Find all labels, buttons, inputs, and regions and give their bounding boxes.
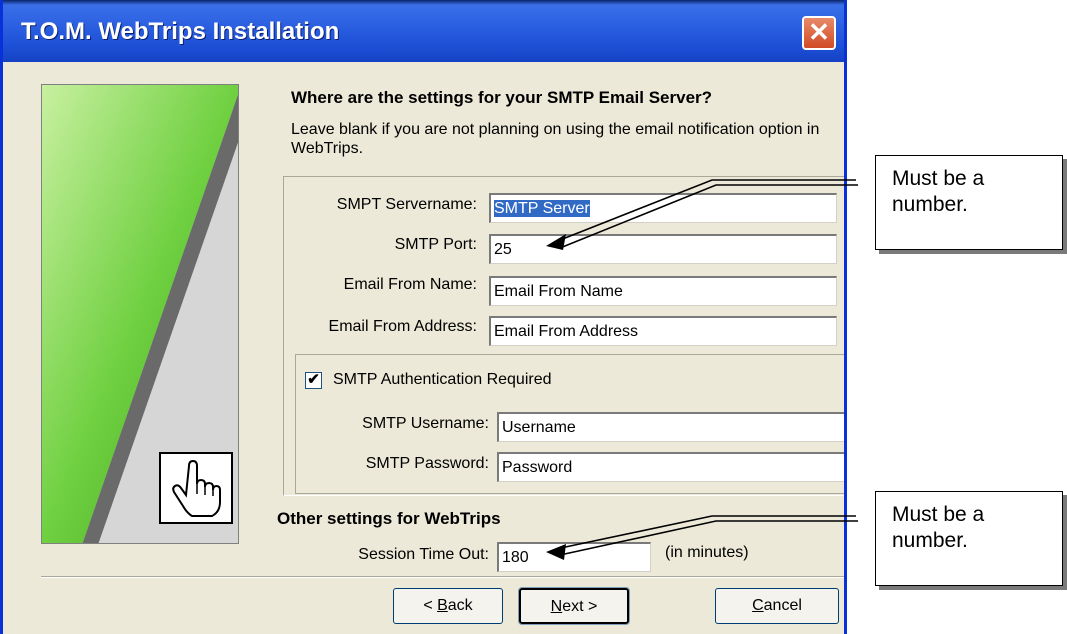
back-label: ack — [447, 597, 473, 614]
servername-label: SMPT Servername: — [336, 196, 477, 213]
hand-pointer-icon — [159, 452, 233, 524]
cancel-label: ancel — [763, 597, 802, 614]
page-description: Leave blank if you are not planning on u… — [291, 121, 820, 157]
servername-input[interactable]: SMTP Server — [489, 193, 837, 223]
username-label: SMTP Username: — [362, 415, 489, 432]
from-name-label: Email From Name: — [343, 276, 477, 293]
from-address-label: Email From Address: — [328, 318, 477, 335]
port-input[interactable]: 25 — [489, 234, 837, 264]
from-address-input[interactable]: Email From Address — [489, 316, 837, 346]
installer-window: T.O.M. WebTrips Installation ✕ Where are… — [0, 0, 847, 634]
cancel-accelerator: C — [752, 597, 764, 614]
next-button[interactable]: Next > — [518, 587, 630, 625]
timeout-label: Session Time Out: — [358, 546, 489, 563]
auth-required-checkbox[interactable]: ✔ — [305, 372, 322, 389]
password-input[interactable]: Password — [497, 452, 844, 482]
button-separator — [41, 576, 844, 578]
port-callout-text: Must be a number. — [892, 167, 985, 216]
title-bar[interactable]: T.O.M. WebTrips Installation ✕ — [3, 0, 844, 62]
other-settings-heading: Other settings for WebTrips — [277, 509, 501, 528]
timeout-units: (in minutes) — [665, 544, 749, 561]
close-button[interactable]: ✕ — [802, 16, 836, 50]
port-callout: Must be a number. — [875, 155, 1063, 250]
servername-value: SMTP Server — [494, 200, 590, 217]
next-accelerator: N — [550, 598, 563, 615]
next-label: ext > — [562, 598, 598, 615]
from-name-input[interactable]: Email From Name — [489, 276, 837, 306]
auth-required-label[interactable]: SMTP Authentication Required — [333, 371, 552, 389]
cancel-button[interactable]: Cancel — [715, 588, 839, 624]
back-accelerator: B — [437, 597, 448, 614]
timeout-input[interactable]: 180 — [497, 542, 651, 572]
timeout-callout-text: Must be a number. — [892, 503, 985, 552]
window-title: T.O.M. WebTrips Installation — [21, 18, 340, 45]
back-prefix: < — [423, 597, 438, 614]
username-input[interactable]: Username — [497, 412, 844, 442]
back-button[interactable]: < Back — [393, 588, 503, 624]
timeout-callout: Must be a number. — [875, 491, 1063, 586]
port-label: SMTP Port: — [394, 236, 477, 253]
password-label: SMTP Password: — [365, 455, 489, 472]
page-heading: Where are the settings for your SMTP Ema… — [291, 88, 713, 107]
